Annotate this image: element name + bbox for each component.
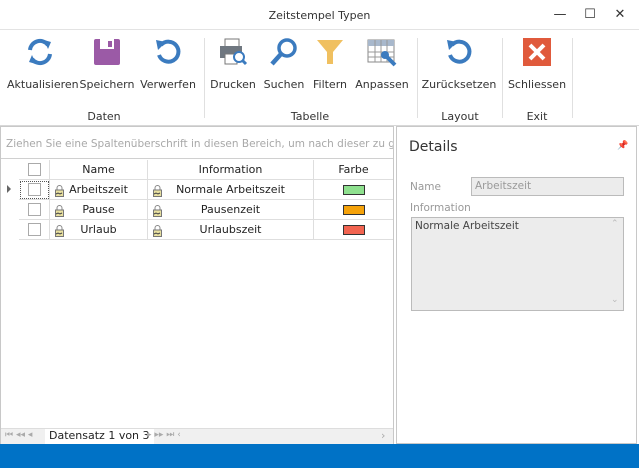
speichern-label: Speichern bbox=[79, 78, 135, 91]
aktualisieren-label: Aktualisieren bbox=[7, 78, 79, 91]
details-title: Details bbox=[409, 139, 458, 155]
cell-name-text: Pause bbox=[82, 203, 115, 216]
group-label-exit: Exit bbox=[526, 110, 548, 123]
nav-first-prev-icons[interactable]: ⏮ ◂◂ ◂ bbox=[5, 430, 32, 440]
zuruecksetzen-button[interactable]: Zurücksetzen bbox=[421, 36, 497, 96]
lock-icon bbox=[55, 184, 64, 197]
cell-name[interactable]: Arbeitszeit bbox=[50, 180, 148, 200]
schliessen-button[interactable]: Schliessen bbox=[504, 36, 570, 96]
row-checkbox[interactable] bbox=[19, 180, 50, 200]
anpassen-button[interactable]: Anpassen bbox=[349, 36, 415, 96]
table-row[interactable]: Arbeitszeit Normale Arbeitszeit bbox=[19, 180, 393, 200]
data-grid: Ziehen Sie eine Spaltenüberschrift in di… bbox=[0, 126, 394, 444]
cell-information[interactable]: Normale Arbeitszeit bbox=[148, 180, 314, 200]
scroll-right-icon[interactable]: › bbox=[381, 429, 385, 442]
cell-information[interactable]: Urlaubszeit bbox=[148, 220, 314, 240]
reset-icon bbox=[447, 39, 472, 64]
name-label: Name bbox=[410, 181, 441, 193]
record-counter: Datensatz 1 von 3 bbox=[45, 429, 154, 444]
maximize-button[interactable]: ☐ bbox=[580, 6, 600, 24]
cell-information-text: Urlaubszeit bbox=[199, 223, 262, 236]
customize-grid-icon bbox=[367, 39, 397, 67]
details-panel: Details 📌 Name Arbeitszeit Information N… bbox=[396, 126, 637, 444]
cell-name-text: Urlaub bbox=[80, 223, 117, 236]
color-swatch bbox=[342, 225, 365, 235]
group-separator bbox=[502, 38, 503, 118]
row-indicator-icon bbox=[7, 185, 11, 193]
column-header-information[interactable]: Information bbox=[148, 160, 314, 180]
row-checkbox[interactable] bbox=[19, 220, 50, 240]
print-preview-icon bbox=[220, 38, 248, 66]
aktualisieren-button[interactable]: Aktualisieren bbox=[7, 36, 79, 96]
minimize-button[interactable]: — bbox=[550, 6, 570, 24]
group-panel[interactable]: Ziehen Sie eine Spaltenüberschrift in di… bbox=[1, 127, 393, 159]
save-icon bbox=[94, 39, 120, 65]
select-all-checkbox[interactable] bbox=[19, 160, 50, 180]
ribbon: Aktualisieren Speichern Verwerfen Daten … bbox=[0, 30, 639, 126]
cell-farbe[interactable] bbox=[314, 220, 393, 240]
information-label: Information bbox=[410, 202, 471, 214]
filter-icon bbox=[317, 40, 343, 64]
lock-icon bbox=[55, 204, 64, 217]
cell-name[interactable]: Urlaub bbox=[50, 220, 148, 240]
color-swatch bbox=[342, 185, 365, 195]
data-navigator: ⏮ ◂◂ ◂ Datensatz 1 von 3 ▸ ▸▸ ⏭ ‹ › bbox=[1, 428, 393, 444]
column-header-farbe[interactable]: Farbe bbox=[314, 160, 393, 180]
table-row[interactable]: Urlaub Urlaubszeit bbox=[19, 220, 393, 240]
speichern-button[interactable]: Speichern bbox=[74, 36, 140, 96]
search-icon bbox=[270, 38, 297, 66]
information-field[interactable]: Normale Arbeitszeit bbox=[411, 217, 624, 311]
undo-icon bbox=[156, 39, 181, 64]
status-bar bbox=[0, 444, 639, 468]
cell-farbe[interactable] bbox=[314, 180, 393, 200]
window-title: Zeitstempel Typen bbox=[268, 9, 371, 22]
cell-information-text: Pausenzeit bbox=[200, 203, 261, 216]
column-header-name[interactable]: Name bbox=[50, 160, 148, 180]
zuruecksetzen-label: Zurücksetzen bbox=[421, 78, 497, 91]
lock-icon bbox=[153, 224, 162, 237]
verwerfen-label: Verwerfen bbox=[140, 78, 196, 91]
lock-icon bbox=[153, 184, 162, 197]
cell-name[interactable]: Pause bbox=[50, 200, 148, 220]
anpassen-label: Anpassen bbox=[355, 78, 409, 91]
refresh-icon bbox=[28, 38, 52, 66]
column-header-row: Name Information Farbe bbox=[19, 160, 393, 180]
group-separator bbox=[417, 38, 418, 118]
nav-next-last-icons[interactable]: ▸ ▸▸ ⏭ ‹ bbox=[147, 430, 181, 440]
lock-icon bbox=[55, 224, 64, 237]
cell-farbe[interactable] bbox=[314, 200, 393, 220]
pin-icon[interactable]: 📌 bbox=[617, 141, 628, 151]
lock-icon bbox=[153, 204, 162, 217]
cell-information-text: Normale Arbeitszeit bbox=[176, 183, 285, 196]
row-checkbox[interactable] bbox=[19, 200, 50, 220]
close-icon bbox=[523, 38, 551, 66]
close-window-button[interactable]: ✕ bbox=[610, 6, 630, 24]
group-separator bbox=[572, 38, 573, 118]
verwerfen-button[interactable]: Verwerfen bbox=[135, 36, 201, 96]
name-field[interactable]: Arbeitszeit bbox=[471, 177, 624, 196]
title-bar: Zeitstempel Typen — ☐ ✕ bbox=[0, 0, 639, 30]
group-label-daten: Daten bbox=[87, 110, 121, 123]
cell-information[interactable]: Pausenzeit bbox=[148, 200, 314, 220]
scroll-up-icon[interactable]: ⌃ bbox=[611, 219, 619, 229]
color-swatch bbox=[342, 205, 365, 215]
group-label-tabelle: Tabelle bbox=[290, 110, 330, 123]
group-label-layout: Layout bbox=[441, 110, 479, 123]
schliessen-label: Schliessen bbox=[507, 78, 567, 91]
table-row[interactable]: Pause Pausenzeit bbox=[19, 200, 393, 220]
scroll-down-icon[interactable]: ⌄ bbox=[611, 295, 619, 305]
cell-name-text: Arbeitszeit bbox=[69, 183, 128, 196]
